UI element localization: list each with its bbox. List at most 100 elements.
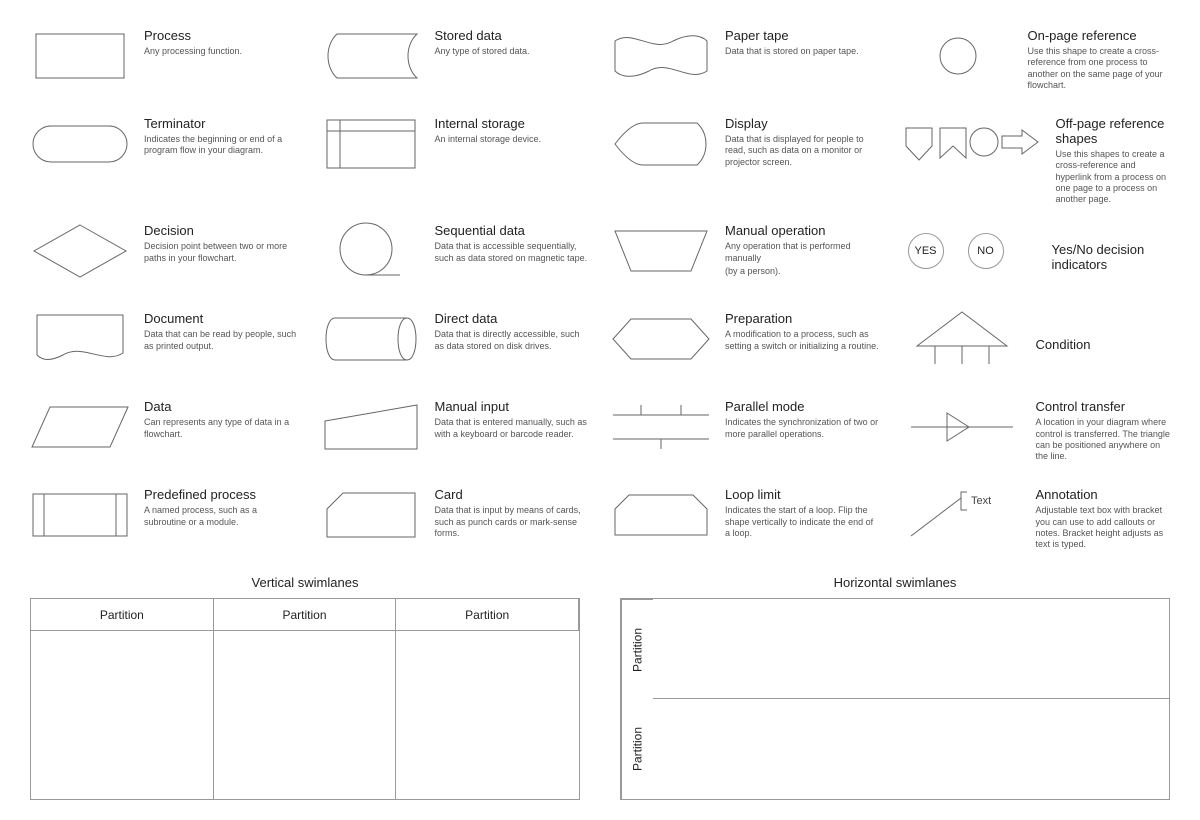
- paper-tape-icon: [611, 28, 711, 84]
- cell-annotation: Text Annotation Adjustable text box with…: [902, 487, 1171, 557]
- v-partition-3-body: [396, 631, 579, 799]
- loop-limit-title: Loop limit: [725, 487, 880, 502]
- sequential-data-title: Sequential data: [435, 223, 590, 238]
- annotation-label: Text: [971, 495, 991, 507]
- yes-no-title: Yes/No decision indicators: [1052, 242, 1171, 272]
- process-icon: [30, 28, 130, 84]
- cell-direct-data: Direct data Data that is directly access…: [321, 311, 590, 381]
- condition-title: Condition: [1036, 337, 1171, 352]
- manual-operation-desc2: (by a person).: [725, 266, 880, 276]
- paper-tape-desc: Data that is stored on paper tape.: [725, 46, 880, 57]
- decision-title: Decision: [144, 223, 299, 238]
- v-partition-1-head: Partition: [31, 599, 214, 631]
- parallel-mode-title: Parallel mode: [725, 399, 880, 414]
- cell-on-page-reference: On-page reference Use this shape to crea…: [902, 28, 1171, 98]
- cell-data: Data Can represents any type of data in …: [30, 399, 299, 469]
- process-desc: Any processing function.: [144, 46, 299, 57]
- predefined-process-icon: [30, 487, 130, 543]
- stored-data-title: Stored data: [435, 28, 590, 43]
- off-page-reference-icon: [902, 116, 1042, 172]
- annotation-icon: Text: [902, 487, 1022, 543]
- cell-yes-no: YES NO Yes/No decision indicators: [902, 223, 1171, 293]
- card-title: Card: [435, 487, 590, 502]
- cell-process: Process Any processing function.: [30, 28, 299, 98]
- display-icon: [611, 116, 711, 172]
- direct-data-icon: [321, 311, 421, 367]
- h-partition-1-head: Partition: [621, 599, 653, 699]
- swimlanes-section: Vertical swimlanes Partition Partition P…: [0, 567, 1200, 820]
- paper-tape-title: Paper tape: [725, 28, 880, 43]
- cell-stored-data: Stored data Any type of stored data.: [321, 28, 590, 98]
- card-icon: [321, 487, 421, 543]
- document-desc: Data that can be read by people, such as…: [144, 329, 299, 352]
- yes-indicator: YES: [908, 233, 944, 269]
- preparation-desc: A modification to a process, such as set…: [725, 329, 880, 352]
- cell-decision: Decision Decision point between two or m…: [30, 223, 299, 293]
- on-page-reference-title: On-page reference: [1028, 28, 1171, 43]
- no-indicator: NO: [968, 233, 1004, 269]
- stored-data-icon: [321, 28, 421, 84]
- manual-operation-title: Manual operation: [725, 223, 880, 238]
- cell-condition: Condition: [902, 311, 1171, 381]
- cell-card: Card Data that is input by means of card…: [321, 487, 590, 557]
- internal-storage-title: Internal storage: [435, 116, 590, 131]
- display-desc: Data that is displayed for people to rea…: [725, 134, 880, 168]
- vertical-swimlanes-title: Vertical swimlanes: [30, 575, 580, 590]
- sequential-data-icon: [321, 223, 421, 279]
- cell-sequential-data: Sequential data Data that is accessible …: [321, 223, 590, 293]
- manual-input-title: Manual input: [435, 399, 590, 414]
- h-partition-2-body: [653, 699, 1169, 799]
- document-title: Document: [144, 311, 299, 326]
- terminator-desc: Indicates the beginning or end of a prog…: [144, 134, 299, 157]
- card-desc: Data that is input by means of cards, su…: [435, 505, 590, 539]
- v-partition-2-body: [214, 631, 397, 799]
- direct-data-desc: Data that is directly accessible, such a…: [435, 329, 590, 352]
- stored-data-desc: Any type of stored data.: [435, 46, 590, 57]
- condition-icon: [902, 311, 1022, 367]
- parallel-mode-icon: [611, 399, 711, 455]
- manual-input-icon: [321, 399, 421, 455]
- cell-predefined-process: Predefined process A named process, such…: [30, 487, 299, 557]
- terminator-title: Terminator: [144, 116, 299, 131]
- cell-document: Document Data that can be read by people…: [30, 311, 299, 381]
- cell-off-page-reference: Off-page reference shapes Use this shape…: [902, 116, 1171, 205]
- control-transfer-title: Control transfer: [1036, 399, 1171, 414]
- cell-paper-tape: Paper tape Data that is stored on paper …: [611, 28, 880, 98]
- data-title: Data: [144, 399, 299, 414]
- parallel-mode-desc: Indicates the synchronization of two or …: [725, 417, 880, 440]
- data-desc: Can represents any type of data in a flo…: [144, 417, 299, 440]
- horizontal-swimlanes-title: Horizontal swimlanes: [620, 575, 1170, 590]
- terminator-icon: [30, 116, 130, 172]
- decision-icon: [30, 223, 130, 279]
- control-transfer-desc: A location in your diagram where control…: [1036, 417, 1171, 462]
- v-partition-1-body: [31, 631, 214, 799]
- internal-storage-icon: [321, 116, 421, 172]
- direct-data-title: Direct data: [435, 311, 590, 326]
- document-icon: [30, 311, 130, 367]
- internal-storage-desc: An internal storage device.: [435, 134, 590, 145]
- off-page-reference-desc: Use this shapes to create a cross-refere…: [1056, 149, 1171, 205]
- horizontal-swimlanes-diagram: Partition Partition: [620, 598, 1170, 800]
- cell-internal-storage: Internal storage An internal storage dev…: [321, 116, 590, 205]
- cell-manual-input: Manual input Data that is entered manual…: [321, 399, 590, 469]
- cell-manual-operation: Manual operation Any operation that is p…: [611, 223, 880, 293]
- decision-desc: Decision point between two or more paths…: [144, 241, 299, 264]
- cell-preparation: Preparation A modification to a process,…: [611, 311, 880, 381]
- on-page-reference-icon: [902, 28, 1014, 84]
- off-page-reference-title: Off-page reference shapes: [1056, 116, 1171, 146]
- yes-no-icon: YES NO: [902, 223, 1038, 279]
- cell-control-transfer: Control transfer A location in your diag…: [902, 399, 1171, 469]
- horizontal-swimlanes: Horizontal swimlanes Partition Partition: [620, 575, 1170, 800]
- predefined-process-desc: A named process, such as a subroutine or…: [144, 505, 299, 528]
- predefined-process-title: Predefined process: [144, 487, 299, 502]
- v-partition-2-head: Partition: [214, 599, 397, 631]
- h-partition-1-body: [653, 599, 1169, 699]
- on-page-reference-desc: Use this shape to create a cross-referen…: [1028, 46, 1171, 91]
- vertical-swimlanes-diagram: Partition Partition Partition: [30, 598, 580, 800]
- vertical-swimlanes: Vertical swimlanes Partition Partition P…: [30, 575, 580, 800]
- annotation-title: Annotation: [1036, 487, 1171, 502]
- loop-limit-desc: Indicates the start of a loop. Flip the …: [725, 505, 880, 539]
- preparation-title: Preparation: [725, 311, 880, 326]
- manual-input-desc: Data that is entered manually, such as w…: [435, 417, 590, 440]
- annotation-desc: Adjustable text box with bracket you can…: [1036, 505, 1171, 550]
